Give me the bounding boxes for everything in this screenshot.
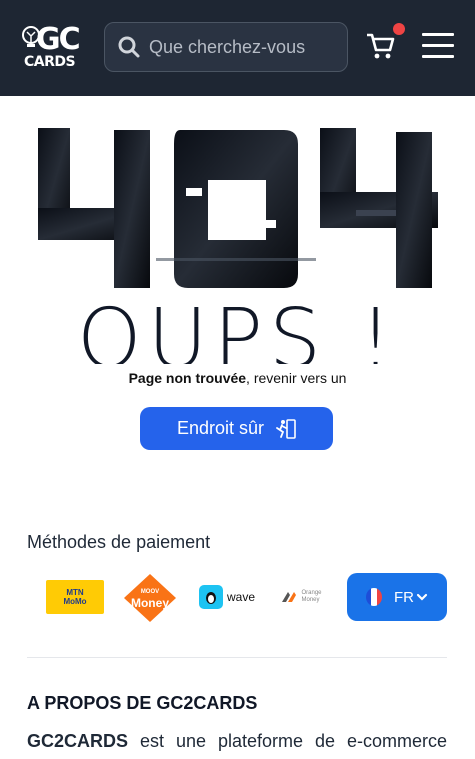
language-selector[interactable]: FR: [347, 573, 447, 621]
cart-icon: [367, 33, 395, 59]
moov-money-logo: MOOV Money: [122, 572, 178, 624]
hamburger-icon: [422, 33, 454, 36]
search-box[interactable]: [104, 22, 348, 72]
orange-money-logo: Orange Money: [275, 586, 327, 608]
chevron-down-icon: [416, 593, 428, 601]
payment-methods-title: Méthodes de paiement: [27, 532, 211, 552]
search-input[interactable]: [149, 36, 339, 58]
penguin-icon: [198, 585, 223, 609]
logo-text-bottom: CARDS: [24, 54, 76, 70]
cart-button[interactable]: [365, 23, 405, 64]
about-text: GC2CARDS est une plateforme de e-commerc…: [27, 731, 447, 752]
oups-heading: OUPS !: [77, 300, 398, 364]
mtn-momo-logo: MTN MoMo: [46, 580, 104, 614]
safe-place-button[interactable]: Endroit sûr: [140, 407, 333, 450]
cart-badge: [393, 23, 405, 35]
section-divider: [27, 657, 447, 658]
france-flag-icon: [366, 588, 382, 606]
about-title: A PROPOS DE GC2CARDS: [27, 693, 258, 713]
hamburger-menu-button[interactable]: [422, 33, 454, 59]
not-found-rest: , revenir vers un: [246, 370, 347, 386]
top-navbar: GC CARDS: [0, 0, 475, 96]
language-code: FR: [394, 588, 414, 606]
payment-methods-row: MTN MoMo MOOV Money wave Orange Money FR: [27, 570, 447, 622]
not-found-message: Page non trouvée, revenir vers un: [0, 370, 475, 386]
about-description: est une plateforme de e-commerce: [128, 731, 447, 751]
search-icon: [118, 36, 140, 58]
wave-logo: wave: [197, 584, 257, 610]
404-illustration: [38, 128, 438, 288]
running-person-icon: [276, 418, 296, 439]
gc2cards-logo[interactable]: GC CARDS: [22, 22, 86, 70]
logo-text-top: GC: [36, 22, 81, 57]
safe-place-label: Endroit sûr: [176, 418, 265, 438]
about-brand: GC2CARDS: [27, 731, 129, 751]
not-found-bold: Page non trouvée: [128, 370, 247, 386]
